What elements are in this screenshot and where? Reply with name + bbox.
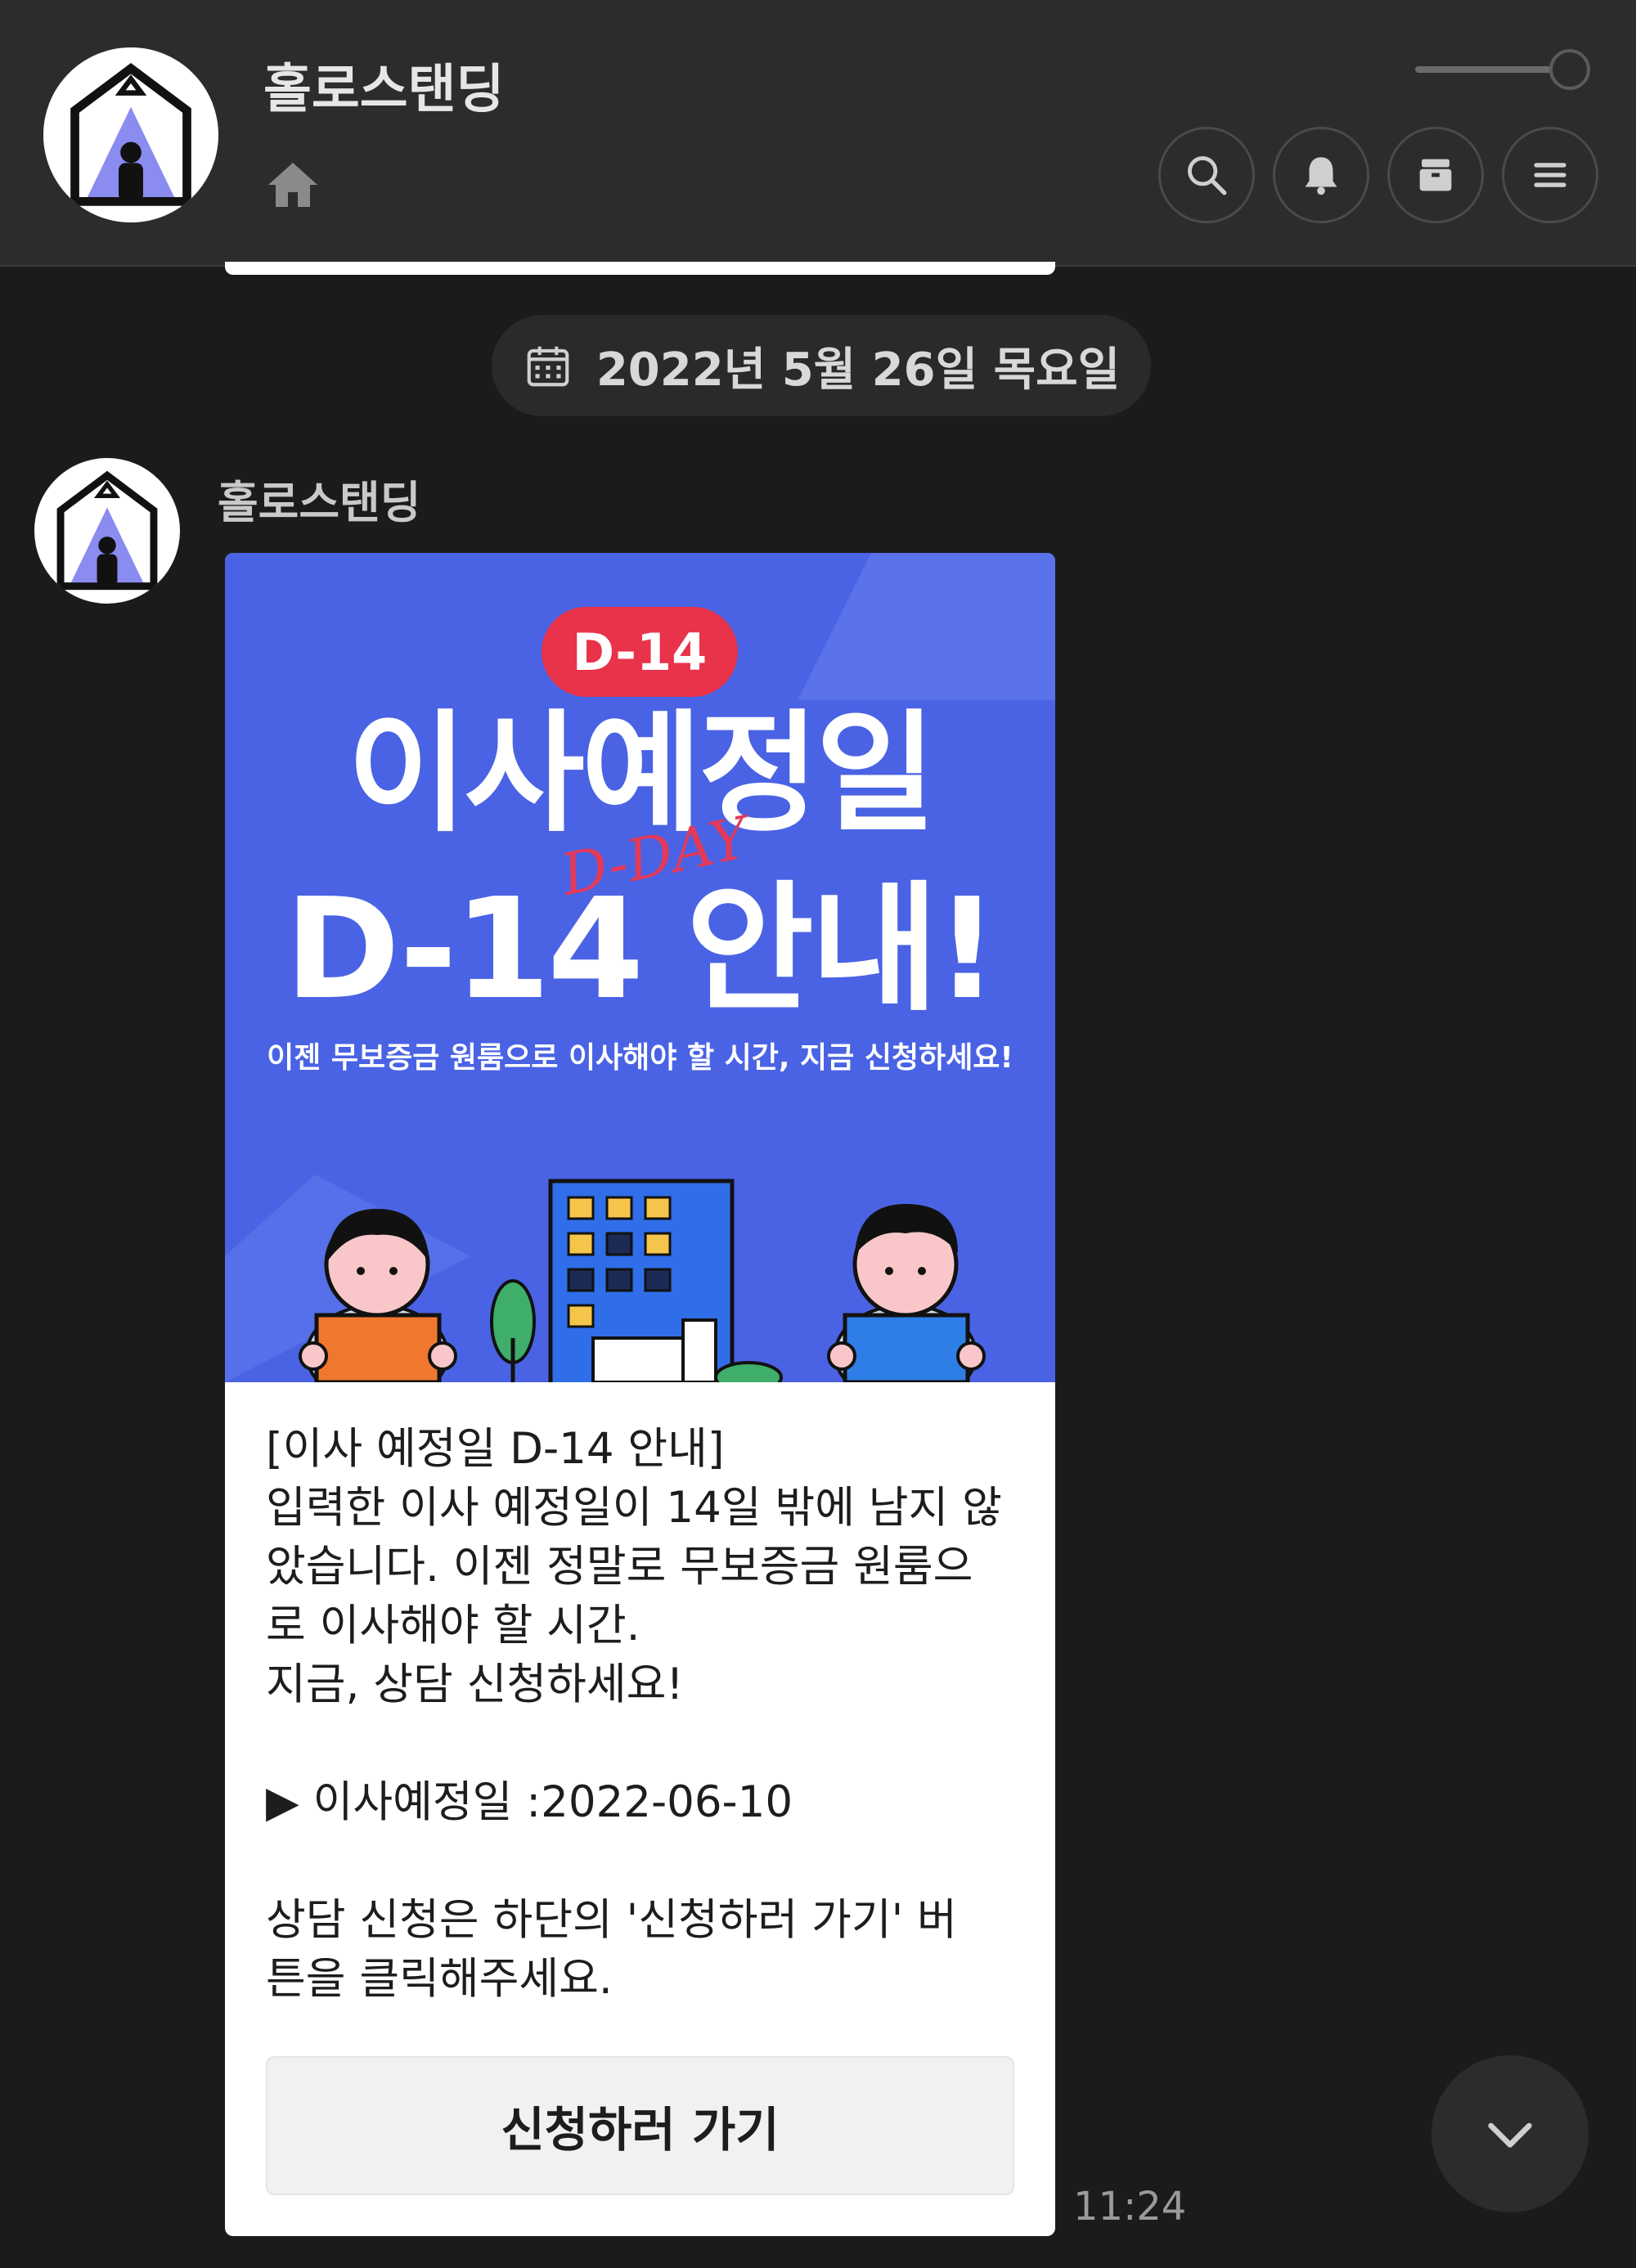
chevron-down-icon: [1488, 2122, 1532, 2148]
date-text: 2022년 5월 26일 목요일: [596, 343, 1121, 397]
scroll-to-bottom-button[interactable]: [1432, 2055, 1589, 2212]
message-timestamp: 11:24: [1073, 2184, 1187, 2230]
notification-button[interactable]: [1273, 127, 1369, 223]
search-icon: [1188, 156, 1227, 195]
banner-title-line1: 이사예정일: [347, 697, 936, 850]
menu-icon: [1534, 163, 1566, 187]
menu-button[interactable]: [1502, 127, 1598, 223]
slider-knob[interactable]: [1549, 49, 1590, 90]
date-divider: 2022년 5월 26일 목요일: [492, 315, 1151, 416]
message-line: [이사 예정일 D-14 안내]: [266, 1424, 725, 1474]
archive-icon: [1419, 159, 1452, 191]
bell-icon: [1305, 157, 1337, 195]
chat-header: 홀로스탠딩: [0, 0, 1636, 267]
search-button[interactable]: [1158, 127, 1255, 223]
calendar-icon: [527, 346, 569, 387]
message-card: D-14 이사예정일 D-DAY D-14 안내! 이젠 무보증금 원룸으로 이…: [225, 553, 1055, 2236]
message-line: 튼을 클릭해주세요.: [266, 1954, 613, 2004]
d-day-badge: D-14: [542, 607, 738, 697]
holostanding-logo: [37, 460, 178, 601]
channel-title: 홀로스탠딩: [263, 60, 505, 120]
sender-name: 홀로스탠딩: [218, 477, 421, 528]
banner-title-line2: D-14 안내!: [285, 869, 999, 1031]
message-body: [이사 예정일 D-14 안내] 입력한 이사 예정일이 14일 밖에 남지 않…: [266, 1420, 1027, 2009]
message-line: ▶ 이사예정일 :2022-06-10: [266, 1777, 793, 1827]
previous-message-edge: [225, 262, 1055, 275]
holostanding-logo: [47, 51, 215, 219]
moving-illustration: [299, 1179, 986, 1382]
apply-button[interactable]: 신청하러 가기: [266, 2056, 1014, 2195]
message-line: [266, 1714, 1027, 1773]
opacity-slider[interactable]: [1415, 49, 1595, 90]
home-icon[interactable]: [263, 155, 322, 214]
channel-avatar[interactable]: [43, 47, 218, 222]
sender-avatar[interactable]: [34, 458, 180, 604]
message-line: [266, 1832, 1027, 1891]
promo-banner-image: D-14 이사예정일 D-DAY D-14 안내! 이젠 무보증금 원룸으로 이…: [225, 553, 1055, 1382]
slider-track: [1415, 66, 1571, 73]
message-line: 상담 신청은 하단의 '신청하러 가기' 버: [266, 1895, 957, 1945]
message-line: 입력한 이사 예정일이 14일 밖에 남지 않: [266, 1483, 1002, 1533]
message-line: 지금, 상담 신청하세요!: [266, 1659, 684, 1709]
archive-button[interactable]: [1387, 127, 1484, 223]
message-line: 았습니다. 이젠 정말로 무보증금 원룸으: [266, 1542, 973, 1592]
message-line: 로 이사해야 할 시간.: [266, 1601, 640, 1650]
